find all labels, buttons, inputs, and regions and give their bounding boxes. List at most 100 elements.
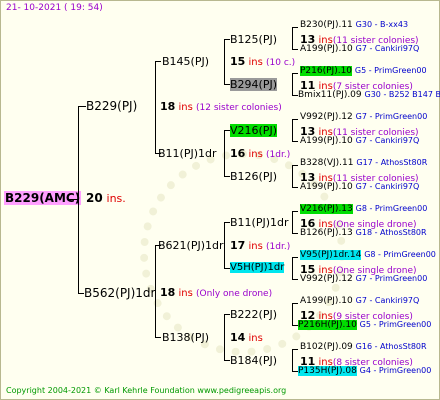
g2-node-3[interactable]: B621(PJ)1dr [158, 239, 224, 252]
g4-node-3[interactable]: P216(PJ).10 G5 - PrimGreen00 [300, 66, 427, 76]
g4-code-9: G8 - PrimGreen00 [355, 204, 428, 213]
link-g3-7-up [292, 303, 298, 304]
g4-node-2[interactable]: A199(PJ).10 G7 - Cankiri97Q [300, 44, 419, 54]
g4-name-15: B102(PJ).09 [300, 342, 353, 352]
g4-code-12: G7 - PrimGreen00 [355, 274, 428, 283]
g4-name-13: A199(PJ).10 [300, 296, 353, 306]
g4-code-11: G8 - PrimGreen00 [364, 250, 436, 259]
g3-node-5[interactable]: B11(PJ)1dr [230, 216, 289, 229]
g1-ins-1-word: ins [178, 102, 193, 113]
link-g3-6 [292, 257, 293, 280]
link-root-in [68, 199, 78, 200]
g2-ins-2-note: (1dr.) [266, 150, 291, 160]
g1-ins-2-note: (Only one drone) [196, 289, 273, 299]
g2-ins-3-count: 17 [230, 239, 246, 252]
g2-ins-1-count: 15 [230, 55, 246, 68]
link-g3-7 [292, 303, 293, 326]
g4-name-3: P216(PJ).10 [300, 66, 353, 76]
g4-name-10: B126(PJ).13 [300, 228, 353, 238]
g4-code-8: G7 - Cankiri97Q [355, 182, 420, 191]
g3-node-2[interactable]: B294(PJ) [230, 78, 278, 91]
g4-code-15: G16 - AthosSt80R [355, 342, 427, 351]
g4-code-6: G7 - Cankiri97Q [355, 136, 420, 145]
g4-name-4: Bmix11(PJ).09 [298, 90, 362, 100]
g3-node-1[interactable]: B125(PJ) [230, 33, 277, 46]
g1-ins-2-count: 18 [160, 286, 176, 299]
link-g3-6-up [292, 257, 298, 258]
g2-ins-2-word: ins [248, 149, 263, 160]
link-g3-1-down [292, 49, 298, 50]
g4-name-14: P216H(PJ).10 [298, 320, 357, 330]
g2-ins-2: 16 ins (1dr.) [230, 147, 290, 160]
link-g3-2-up [292, 73, 298, 74]
g4-code-13: G7 - Cankiri97Q [355, 296, 420, 305]
g4-node-16[interactable]: P135H(PJ).08 G4 - PrimGreen00 [298, 366, 431, 376]
g4-name-1: B230(PJ).11 [300, 20, 353, 30]
g1-ins-1-note: (12 sister colonies) [196, 103, 282, 113]
g2-ins-4-word: ins [248, 333, 263, 344]
g4-node-11[interactable]: V95(PJ)1dr.14 G8 - PrimGreen00 [300, 250, 436, 260]
g4-name-6: A199(PJ).10 [300, 136, 353, 146]
link-g3-8 [292, 349, 293, 372]
g4-node-14[interactable]: P216H(PJ).10 G5 - PrimGreen00 [298, 320, 431, 330]
root-inseminations: 20 ins. [86, 191, 126, 205]
g3-node-8[interactable]: B184(PJ) [230, 354, 277, 367]
link-g3-2 [292, 73, 293, 96]
link-g3-5 [292, 211, 293, 234]
g4-node-8[interactable]: A199(PJ).10 G7 - Cankiri97Q [300, 182, 419, 192]
link-g3-8-up [292, 349, 298, 350]
g4-name-12: V992(PJ).12 [300, 274, 353, 284]
link-g2d [224, 314, 225, 361]
g3-node-6[interactable]: V5H(PJ)1dr [230, 262, 285, 273]
link-g3-5-down [292, 233, 298, 234]
g3-node-4[interactable]: B126(PJ) [230, 170, 277, 183]
g2-ins-3-note: (1dr.) [266, 242, 291, 252]
root-ins-count: 20 [86, 191, 103, 205]
g2-node-2[interactable]: B11(PJ)1dr [158, 147, 217, 160]
link-g3-5-up [292, 211, 298, 212]
g4-node-12[interactable]: V992(PJ).12 G7 - PrimGreen00 [300, 274, 427, 284]
g4-name-5: V992(PJ).12 [300, 112, 353, 122]
link-g3-3 [292, 119, 293, 142]
g4-node-10[interactable]: B126(PJ).13 G18 - AthosSt80R [300, 228, 427, 238]
g4-node-13[interactable]: A199(PJ).10 G7 - Cankiri97Q [300, 296, 419, 306]
g2-ins-3: 17 ins (1dr.) [230, 239, 290, 252]
g4-node-9[interactable]: V216(PJ).13 G8 - PrimGreen00 [300, 204, 427, 214]
link-root [78, 106, 79, 294]
generated-timestamp: 21- 10-2021 ( 19: 54) [6, 3, 103, 13]
g2-ins-4-count: 14 [230, 331, 246, 344]
root-queen[interactable]: B229(AMC) [4, 191, 82, 205]
g1-node-2[interactable]: B562(PJ)1dr [84, 286, 155, 300]
g3-node-7[interactable]: B222(PJ) [230, 308, 277, 321]
g4-node-5[interactable]: V992(PJ).12 G7 - PrimGreen00 [300, 112, 427, 122]
g1-ins-1-count: 18 [160, 100, 176, 113]
g4-node-4[interactable]: Bmix11(PJ).09 G30 - B252 B147 B [298, 90, 440, 100]
link-root-up [78, 106, 86, 107]
g4-name-9: V216(PJ).13 [300, 204, 353, 214]
g4-name-16: P135H(PJ).08 [298, 366, 357, 376]
link-g3-6-down [292, 279, 298, 280]
g2-ins-3-word: ins [248, 241, 263, 252]
g1-ins-1: 18 ins (12 sister colonies) [160, 100, 282, 113]
link-g1b-down [155, 337, 161, 338]
g4-code-10: G18 - AthosSt80R [355, 228, 427, 237]
link-g2b [224, 130, 225, 177]
g4-name-7: B328(VJ).11 [300, 158, 354, 168]
g2-node-4[interactable]: B138(PJ) [162, 331, 209, 344]
g3-node-3[interactable]: V216(PJ) [230, 124, 277, 137]
g2-ins-1-note: (10 c.) [266, 58, 296, 68]
g4-node-7[interactable]: B328(VJ).11 G17 - AthosSt80R [300, 158, 427, 168]
g4-code-1: G30 - B-xx43 [355, 20, 409, 29]
root-ins-word: ins. [106, 192, 126, 205]
g4-node-1[interactable]: B230(PJ).11 G30 - B-xx43 [300, 20, 408, 30]
g1-ins-2-word: ins [178, 288, 193, 299]
g4-node-15[interactable]: B102(PJ).09 G16 - AthosSt80R [300, 342, 427, 352]
copyright-footer: Copyright 2004-2021 © Karl Kehrle Founda… [6, 386, 287, 395]
link-g1a-up [155, 61, 161, 62]
g4-name-2: A199(PJ).10 [300, 44, 353, 54]
g2-ins-1-word: ins [248, 57, 263, 68]
g4-node-6[interactable]: A199(PJ).10 G7 - Cankiri97Q [300, 136, 419, 146]
g2-node-1[interactable]: B145(PJ) [162, 55, 209, 68]
g4-name-11: V95(PJ)1dr.14 [300, 250, 362, 260]
g1-node-1[interactable]: B229(PJ) [86, 99, 137, 113]
